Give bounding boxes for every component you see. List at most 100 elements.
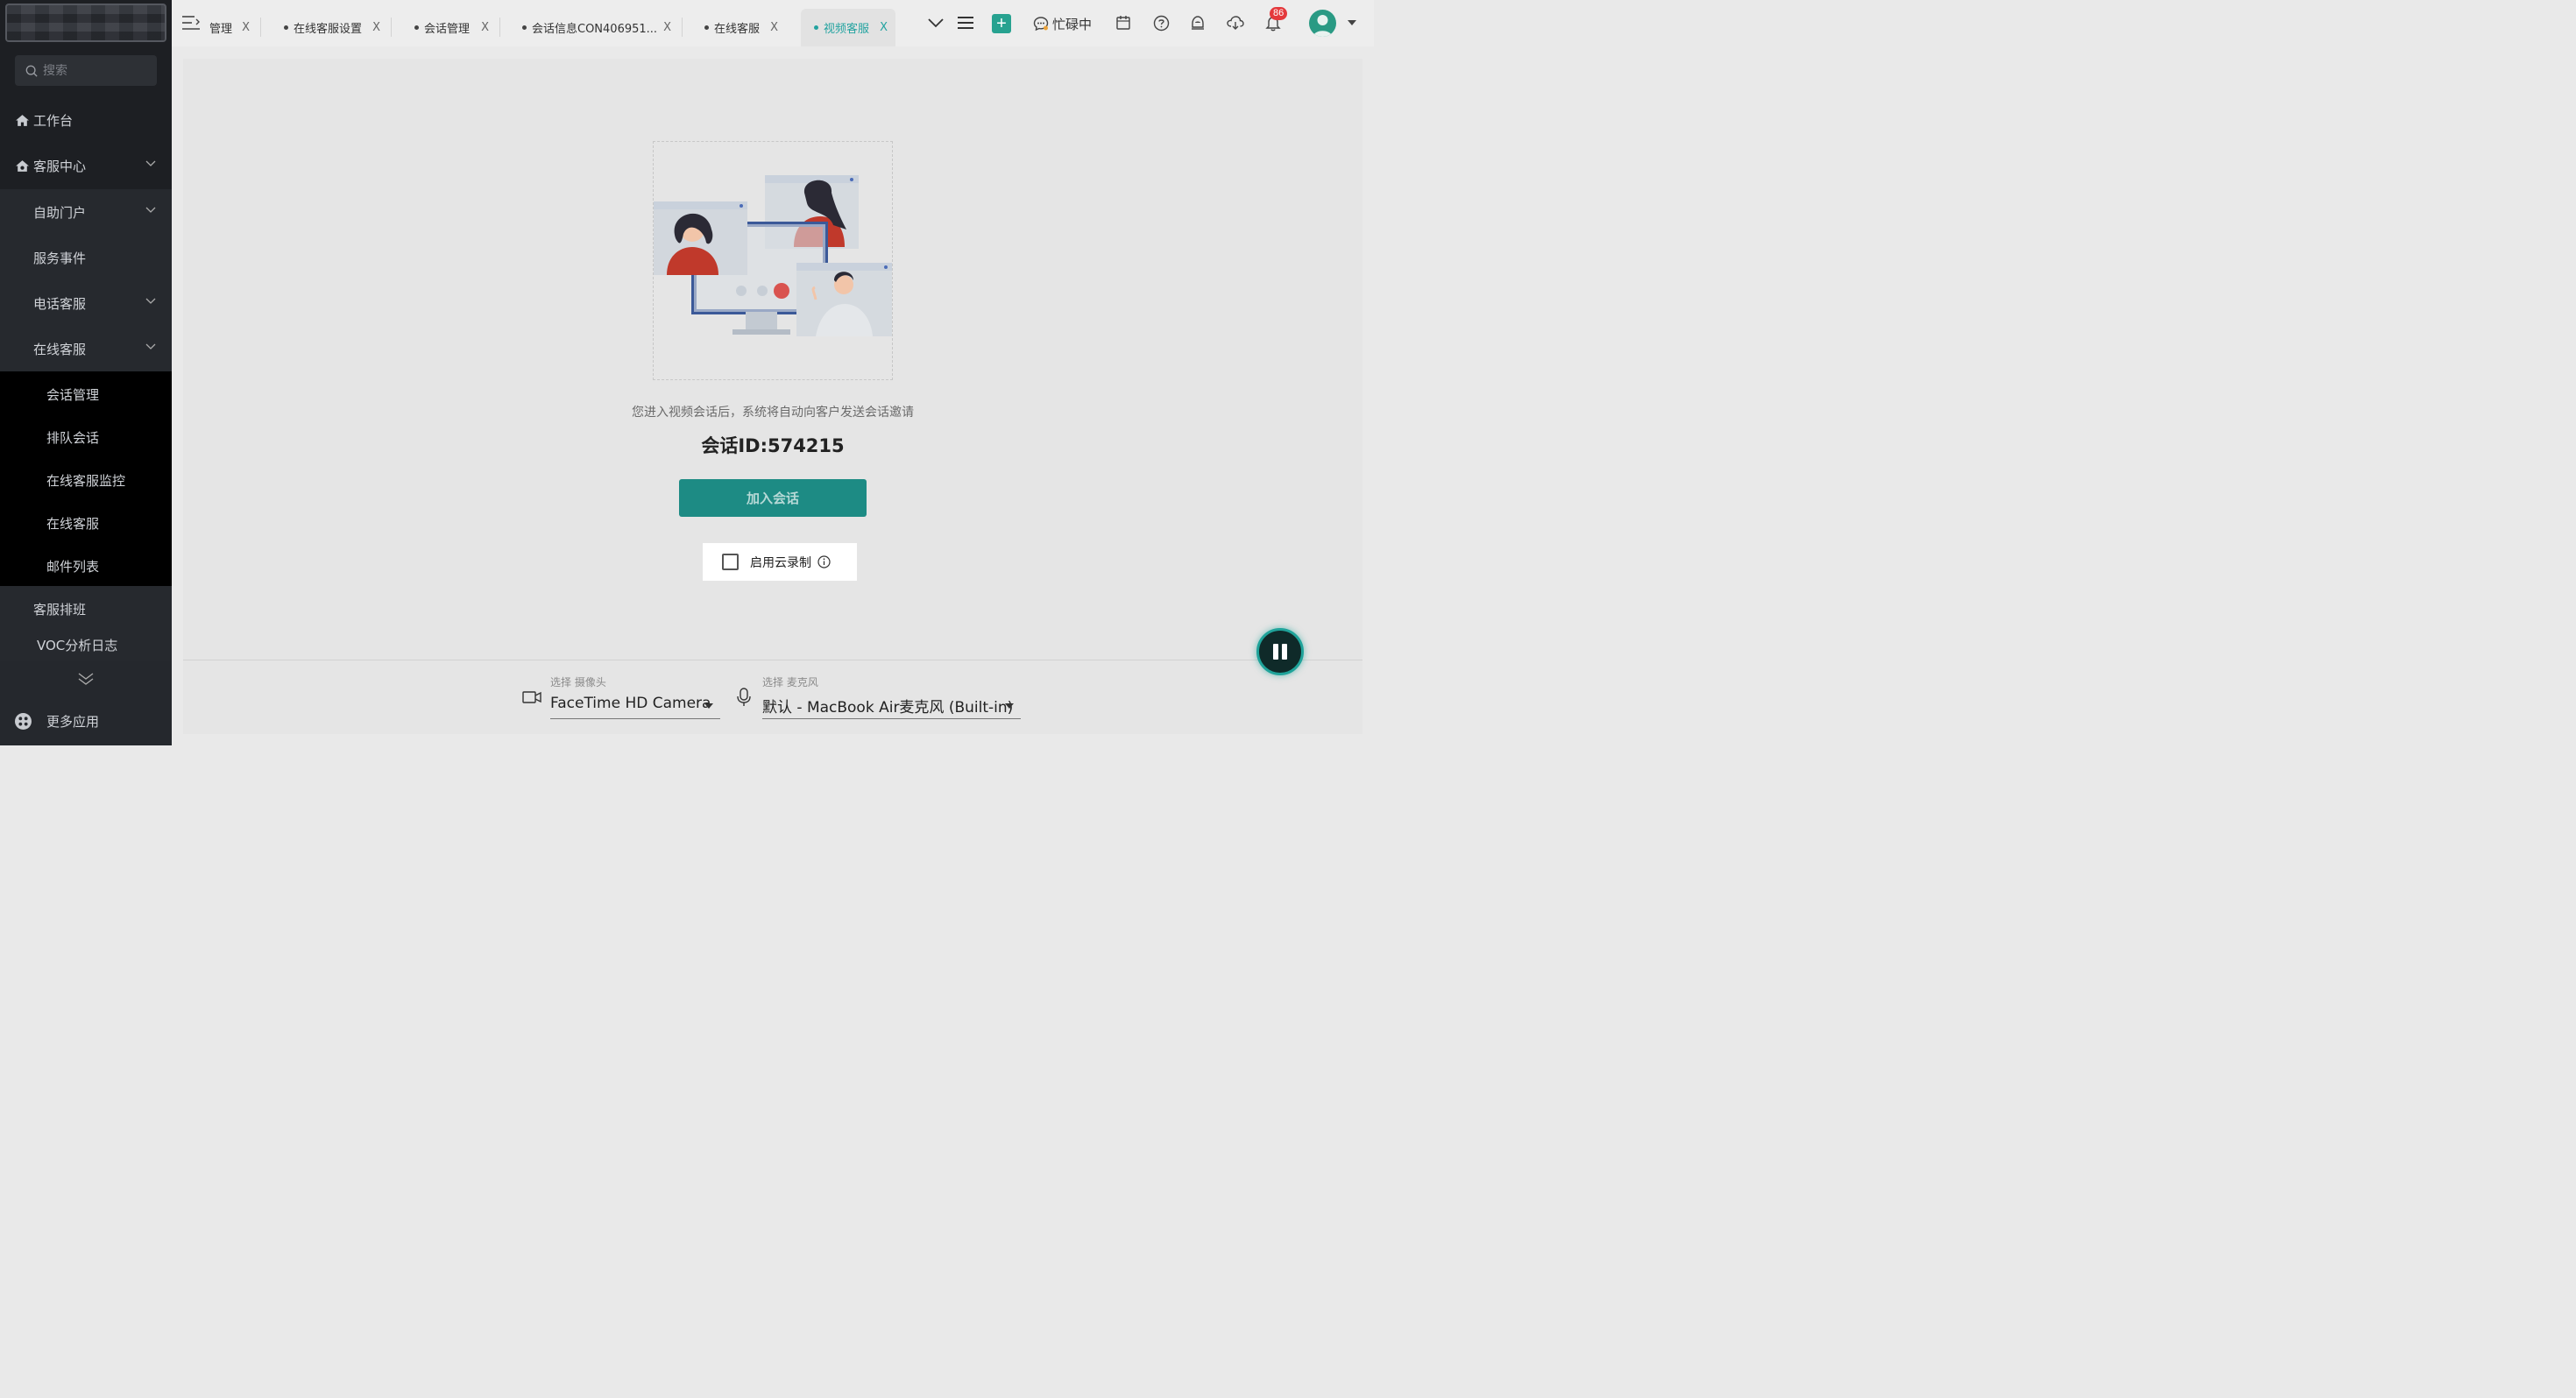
caret-down-icon (1005, 703, 1014, 709)
status-label: 忙碌中 (1052, 16, 1093, 32)
sidebar-item-voc-log[interactable]: VOC分析日志 (0, 628, 172, 661)
sidebar-item-service-events[interactable]: 服务事件 (0, 235, 172, 280)
chevron-down-icon (145, 207, 156, 213)
close-icon[interactable]: X (242, 21, 250, 34)
add-button[interactable]: + (992, 14, 1011, 33)
top-bar: 管理 X 在线客服设置 X 会话管理 X 会话信息CON406951... X … (172, 0, 1374, 46)
sidebar-subitem-session-mgmt[interactable]: 会话管理 (0, 371, 172, 417)
tab-session-mgmt[interactable]: 会话管理 X (414, 9, 500, 46)
sidebar-item-label: 自助门户 (33, 204, 87, 221)
sidebar-subitem-queue[interactable]: 排队会话 (0, 414, 172, 460)
menu-toggle-icon[interactable] (182, 15, 200, 31)
chevron-down-icon (145, 298, 156, 304)
user-icon (1313, 15, 1332, 37)
more-apps-label: 更多应用 (46, 713, 100, 730)
close-icon[interactable]: X (372, 21, 380, 34)
microphone-icon (737, 688, 751, 706)
sidebar-subitem-mail-list[interactable]: 邮件列表 (0, 543, 172, 589)
tab-dot (522, 25, 527, 30)
cloud-record-checkbox[interactable] (722, 554, 739, 570)
tab-label: 视频客服 (824, 23, 870, 36)
caret-down-icon (704, 703, 713, 709)
help-button[interactable] (1150, 12, 1171, 33)
sidebar-item-online-service[interactable]: 在线客服 (0, 326, 172, 371)
hamburger-icon (958, 17, 973, 29)
session-id: 会话ID:574215 (701, 435, 845, 456)
tab-divider (260, 18, 261, 37)
cloud-record-label: 启用云录制 (750, 555, 811, 570)
cloud-record-option: 启用云录制 (703, 543, 857, 581)
invitation-hint: 您进入视频会话后，系统将自动向客户发送会话邀请 (632, 406, 914, 420)
tab-dot (814, 25, 818, 30)
camera-value: FaceTime HD Camera (550, 695, 711, 712)
sidebar-item-workbench[interactable]: 工作台 (0, 97, 172, 143)
calendar-icon (1116, 16, 1130, 30)
sidebar-item-self-service[interactable]: 自助门户 (0, 189, 172, 235)
plus-icon: + (996, 14, 1007, 33)
close-icon[interactable]: X (663, 21, 671, 34)
tab-manage[interactable]: 管理 X (209, 9, 261, 46)
tab-label: 会话管理 (424, 23, 471, 36)
robot-button[interactable] (1187, 12, 1208, 33)
sidebar-item-service-center[interactable]: 客服中心 (0, 143, 172, 188)
pause-button[interactable] (1256, 628, 1304, 675)
microphone-underline (762, 718, 1021, 719)
sidebar-item-phone-service[interactable]: 电话客服 (0, 280, 172, 326)
tab-session-info[interactable]: 会话信息CON406951... X (522, 9, 683, 46)
sidebar-item-label: 会话管理 (46, 386, 100, 403)
info-icon[interactable] (817, 555, 831, 568)
sidebar-item-label: 在线客服 (33, 341, 87, 357)
sidebar-item-label: 客服中心 (33, 158, 87, 174)
video-call-illustration (653, 141, 893, 380)
double-chevron-down-icon[interactable] (78, 673, 94, 685)
chat-status-icon (1033, 17, 1049, 32)
sidebar-subitem-online-service[interactable]: 在线客服 (0, 500, 172, 546)
avatar[interactable] (1309, 10, 1336, 37)
download-button[interactable] (1225, 12, 1246, 33)
calendar-button[interactable] (1113, 12, 1134, 33)
sidebar-item-label: 在线客服 (46, 515, 100, 532)
sidebar: 工作台 客服中心 自助门户 服务事件 电话客服 在线客服 会话管理 排队会话 在… (0, 0, 172, 745)
pause-icon (1273, 644, 1278, 660)
robot-icon (1192, 16, 1204, 30)
chevron-down-icon (928, 18, 944, 28)
tab-divider (499, 18, 500, 37)
camera-caption: 选择 摄像头 (550, 676, 606, 688)
sidebar-item-scheduling[interactable]: 客服排班 (0, 586, 172, 632)
microphone-value: 默认 - MacBook Air麦克风 (Built-in) (762, 699, 1014, 717)
status-selector[interactable]: 忙碌中 (1033, 12, 1092, 35)
tab-divider (682, 18, 683, 37)
tab-dot (284, 25, 288, 30)
tab-online-settings[interactable]: 在线客服设置 X (284, 9, 392, 46)
apps-icon (15, 712, 32, 730)
chevron-down-icon (145, 160, 156, 166)
tab-divider (391, 18, 392, 37)
tabs-dropdown-button[interactable] (925, 12, 946, 33)
sidebar-subitem-monitor[interactable]: 在线客服监控 (0, 457, 172, 503)
microphone-caption: 选择 麦克风 (762, 676, 818, 688)
close-icon[interactable]: X (481, 21, 489, 34)
close-icon[interactable]: X (770, 21, 778, 34)
tab-label: 会话信息CON406951... (532, 23, 658, 36)
tab-online-service[interactable]: 在线客服 X (704, 9, 778, 46)
more-apps-button[interactable]: 更多应用 (0, 701, 172, 741)
chevron-down-icon (145, 343, 156, 350)
tab-label: 在线客服 (714, 23, 761, 36)
camera-icon (522, 691, 541, 703)
search-box[interactable] (15, 55, 157, 86)
service-home-icon (16, 159, 29, 172)
notification-badge: 86 (1270, 7, 1288, 20)
sidebar-item-label: VOC分析日志 (37, 637, 118, 653)
sidebar-item-label: 邮件列表 (46, 558, 100, 575)
tabs-menu-button[interactable] (955, 12, 976, 33)
sidebar-item-label: 电话客服 (33, 295, 87, 312)
search-icon (25, 65, 38, 77)
tab-video-service[interactable]: 视频客服 X (801, 9, 895, 46)
close-icon[interactable]: X (880, 21, 888, 34)
join-session-button[interactable]: 加入会话 (679, 479, 867, 517)
sidebar-item-label: 客服排班 (33, 601, 87, 618)
logo[interactable] (5, 4, 166, 42)
caret-down-icon[interactable] (1348, 20, 1356, 25)
tab-label: 管理 (209, 23, 233, 36)
search-input[interactable] (43, 63, 148, 78)
